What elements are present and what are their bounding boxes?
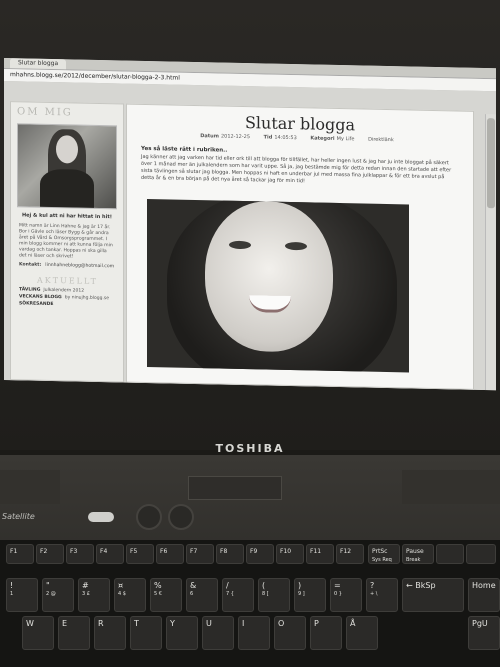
post-photo xyxy=(147,198,409,373)
key-p[interactable]: P xyxy=(310,616,342,650)
key-2[interactable]: " 2 @ xyxy=(42,578,74,612)
key-pgup[interactable]: PgU xyxy=(468,616,500,650)
key-f1[interactable]: F1 xyxy=(6,544,34,564)
about-text: Mitt namn är Linn Hahne & jag är 17 år. … xyxy=(19,223,113,260)
key-t[interactable]: T xyxy=(130,616,162,650)
key-windows-menu[interactable] xyxy=(436,544,464,564)
page-scrollbar[interactable] xyxy=(485,114,496,391)
key-f8[interactable]: F8 xyxy=(216,544,244,564)
key-f6[interactable]: F6 xyxy=(156,544,184,564)
key-pause[interactable]: Pause Break xyxy=(402,544,434,564)
key-prtsc[interactable]: PrtSc Sys Req xyxy=(368,544,400,564)
keyboard: F1 F2 F3 F4 F5 F6 F7 F8 F9 F10 F11 F12 P… xyxy=(0,540,500,667)
contact-line: Kontakt: linnhahneblogg@hotmail.com xyxy=(19,262,115,269)
sidebar-item-sokresande[interactable]: SÖKRESANDE xyxy=(19,301,115,308)
post-body: Jag känner att jag varken har tid eller … xyxy=(141,153,452,185)
key-3[interactable]: #3 £ xyxy=(78,578,110,612)
post-date: 2012-12-25 xyxy=(220,133,251,141)
laptop-screen: Slutar blogga mhahns.blogg.se/2012/decem… xyxy=(4,58,496,391)
key-w[interactable]: W xyxy=(22,616,54,650)
post-time: 14:05:53 xyxy=(274,134,297,142)
key-f10[interactable]: F10 xyxy=(276,544,304,564)
web-page: OM MIG Hej & kul att ni har hittat in hi… xyxy=(4,81,496,391)
key-f7[interactable]: F7 xyxy=(186,544,214,564)
key-i[interactable]: I xyxy=(238,616,270,650)
center-hinge xyxy=(188,476,282,500)
key-f3[interactable]: F3 xyxy=(66,544,94,564)
key-5[interactable]: % 5 € xyxy=(150,578,182,612)
sidebar-item-veckans-blogg[interactable]: VECKANS BLOGG by ninujhg.blogg.se xyxy=(19,294,115,301)
key-backspace[interactable]: ← BkSp xyxy=(402,578,464,612)
permalink[interactable]: Direktlänk xyxy=(368,137,394,144)
key-1[interactable]: ! 1 xyxy=(6,578,38,612)
key-plus[interactable]: ? + \ xyxy=(366,578,398,612)
sidebar-subtitle: AKTUELLT xyxy=(37,275,98,286)
sidebar-title: OM MIG xyxy=(17,106,73,119)
contact-label: Kontakt: xyxy=(19,262,42,268)
key-home[interactable]: Home xyxy=(468,578,500,612)
brand-logo: TOSHIBA xyxy=(215,442,285,455)
post-category[interactable]: My Life xyxy=(337,136,355,142)
satellite-logo: Satellite xyxy=(2,512,35,521)
browser-tab[interactable]: Slutar blogga xyxy=(10,58,67,70)
key-4[interactable]: ¤ 4 $ xyxy=(114,578,146,612)
key-e[interactable]: E xyxy=(58,616,90,650)
scroll-thumb[interactable] xyxy=(487,118,495,209)
post-container: Slutar blogga Datum 2012-12-25 Tid 14:05:5… xyxy=(126,103,474,390)
media-button-1[interactable] xyxy=(136,504,162,530)
left-hinge xyxy=(0,470,60,504)
key-0[interactable]: = 0 } xyxy=(330,578,362,612)
contact-email[interactable]: linnhahneblogg@hotmail.com xyxy=(45,263,114,269)
key-f4[interactable]: F4 xyxy=(96,544,124,564)
key-f2[interactable]: F2 xyxy=(36,544,64,564)
key-8[interactable]: (8 [ xyxy=(258,578,290,612)
key-f11[interactable]: F11 xyxy=(306,544,334,564)
profile-caption: Hej & kul att ni har hittat in hit! xyxy=(21,212,113,221)
sidebar-item-tavling[interactable]: TÄVLING Julkalendern 2012 xyxy=(19,287,115,294)
right-hinge xyxy=(402,470,500,504)
key-aa[interactable]: Å xyxy=(346,616,378,650)
key-extra[interactable] xyxy=(466,544,496,564)
key-r[interactable]: R xyxy=(94,616,126,650)
key-f12[interactable]: F12 xyxy=(336,544,364,564)
key-y[interactable]: Y xyxy=(166,616,198,650)
key-6[interactable]: & 6 xyxy=(186,578,218,612)
power-button[interactable] xyxy=(88,512,114,522)
sidebar: OM MIG Hej & kul att ni har hittat in hi… xyxy=(10,101,124,383)
key-f9[interactable]: F9 xyxy=(246,544,274,564)
media-button-2[interactable] xyxy=(168,504,194,530)
key-9[interactable]: ) 9 ] xyxy=(294,578,326,612)
key-o[interactable]: O xyxy=(274,616,306,650)
key-u[interactable]: U xyxy=(202,616,234,650)
key-f5[interactable]: F5 xyxy=(126,544,154,564)
profile-photo xyxy=(17,123,117,210)
key-7[interactable]: /7 { xyxy=(222,578,254,612)
